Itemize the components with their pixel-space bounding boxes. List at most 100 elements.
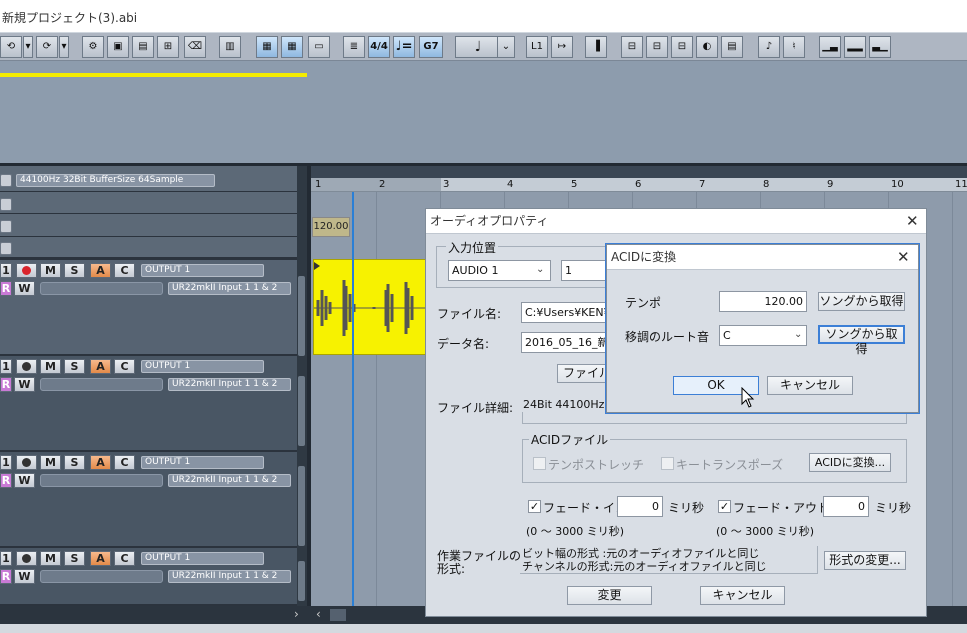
volume-slider[interactable] [40, 474, 163, 487]
view-b-button[interactable]: ▦ [281, 36, 303, 58]
auto-button[interactable]: A [90, 455, 111, 470]
c-button[interactable]: C [114, 551, 135, 566]
record-arm-button[interactable] [16, 263, 37, 278]
meter-button-2[interactable]: ▂▂ [844, 36, 866, 58]
meter-button-1[interactable]: ▁▃ [819, 36, 841, 58]
split-button-1[interactable]: ⊟ [621, 36, 643, 58]
get-root-from-song-button[interactable]: ソングから取得 [818, 325, 905, 356]
table-button[interactable]: ▤ [721, 36, 743, 58]
tempo-button[interactable]: ♩= [393, 36, 415, 58]
track-scrollbar[interactable] [297, 166, 307, 606]
time-signature-button[interactable]: 4/4 [368, 36, 390, 58]
track-number[interactable]: 1 [0, 263, 12, 278]
undo-button[interactable]: ⟲ [0, 36, 22, 58]
auto-button[interactable]: A [90, 551, 111, 566]
volume-slider[interactable] [40, 570, 163, 583]
note-length-dropdown[interactable]: ⌄ [497, 36, 515, 58]
output-select[interactable]: OUTPUT 1 [141, 360, 264, 373]
video-button[interactable]: ▭ [308, 36, 330, 58]
auto-button[interactable]: A [90, 263, 111, 278]
mute-button[interactable]: M [40, 551, 61, 566]
punch-button[interactable]: ▥ [219, 36, 241, 58]
chord-button[interactable]: G7 [419, 36, 443, 58]
info-toggle[interactable] [0, 174, 12, 187]
note-length-select[interactable]: ♩ [455, 36, 501, 58]
scroll-thumb[interactable] [298, 276, 305, 356]
write-button[interactable]: W [14, 473, 35, 488]
record-tool-button[interactable]: ▣ [107, 36, 129, 58]
write-button[interactable]: W [14, 377, 35, 392]
record-arm-button[interactable] [16, 551, 37, 566]
row-toggle-1[interactable] [0, 198, 12, 211]
key-transpose-checkbox[interactable] [661, 457, 674, 470]
track-lane[interactable]: 1 M S A C OUTPUT 1 R W UR22mkII Input 1 … [0, 356, 297, 452]
mute-button[interactable]: M [40, 263, 61, 278]
c-button[interactable]: C [114, 455, 135, 470]
solo-button[interactable]: S [64, 551, 85, 566]
volume-slider[interactable] [40, 282, 163, 295]
split-button-3[interactable]: ⊟ [671, 36, 693, 58]
c-button[interactable]: C [114, 263, 135, 278]
change-button[interactable]: 変更 [567, 586, 652, 605]
scroll-thumb[interactable] [330, 609, 346, 621]
solo-button[interactable]: S [64, 359, 85, 374]
cancel-button[interactable]: キャンセル [700, 586, 785, 605]
auto-button[interactable]: A [90, 359, 111, 374]
cancel-button[interactable]: キャンセル [767, 376, 853, 395]
fade-out-field[interactable]: 0 [823, 496, 869, 517]
acid-convert-button[interactable]: ACIDに変換... [809, 453, 891, 472]
panel-button[interactable]: ▐ [585, 36, 607, 58]
track-lane[interactable]: 1 M S A C OUTPUT 1 R W UR22mkII Input 1 … [0, 260, 297, 356]
output-select[interactable]: OUTPUT 1 [141, 456, 264, 469]
overview-range-bar[interactable] [0, 73, 307, 77]
tempo-stretch-checkbox[interactable] [533, 457, 546, 470]
view-a-button[interactable]: ▦ [256, 36, 278, 58]
output-select[interactable]: OUTPUT 1 [141, 552, 264, 565]
track-lane[interactable]: 1 M S A C OUTPUT 1 R W UR22mkII Input 1 … [0, 452, 297, 548]
audio-clip[interactable] [313, 259, 429, 355]
redo-button[interactable]: ⟳ [36, 36, 58, 58]
meter-button-3[interactable]: ▃▁ [869, 36, 891, 58]
scroll-thumb[interactable] [298, 561, 305, 601]
redo-dropdown-button[interactable]: ▾ [59, 36, 69, 58]
quantize-button[interactable]: ◐ [696, 36, 718, 58]
l1-button[interactable]: L1 [526, 36, 548, 58]
output-select[interactable]: OUTPUT 1 [141, 264, 264, 277]
format-change-button[interactable]: 形式の変更... [824, 551, 906, 570]
solo-button[interactable]: S [64, 263, 85, 278]
write-button[interactable]: W [14, 569, 35, 584]
track-number[interactable]: 1 [0, 455, 12, 470]
track-number[interactable]: 1 [0, 359, 12, 374]
timeline-ruler[interactable]: 1 2 3 4 5 6 7 8 9 10 11 [311, 178, 967, 192]
mute-button[interactable]: M [40, 455, 61, 470]
row-toggle-3[interactable] [0, 242, 12, 255]
undo-dropdown-button[interactable]: ▾ [23, 36, 33, 58]
input-select[interactable]: UR22mkII Input 1 1 & 2 [168, 570, 291, 583]
input-select[interactable]: UR22mkII Input 1 1 & 2 [168, 378, 291, 391]
close-icon[interactable]: ✕ [897, 248, 910, 266]
read-button[interactable]: R [0, 473, 12, 488]
solo-button[interactable]: S [64, 455, 85, 470]
staff-button[interactable]: ♪ [758, 36, 780, 58]
loop-range[interactable] [311, 178, 441, 191]
volume-slider[interactable] [40, 378, 163, 391]
read-button[interactable]: R [0, 377, 12, 392]
c-button[interactable]: C [114, 359, 135, 374]
mute-button[interactable]: M [40, 359, 61, 374]
fade-out-checkbox[interactable]: ✓ [718, 500, 731, 513]
get-tempo-from-song-button[interactable]: ソングから取得 [818, 292, 905, 311]
track-lane[interactable]: 1 M S A C OUTPUT 1 R W UR22mkII Input 1 … [0, 548, 297, 606]
input-select[interactable]: UR22mkII Input 1 1 & 2 [168, 282, 291, 295]
mixer-tool-button[interactable]: ⚙ [82, 36, 104, 58]
close-icon[interactable]: ✕ [906, 212, 919, 230]
edit-tool-button[interactable]: ▤ [132, 36, 154, 58]
record-arm-button[interactable] [16, 455, 37, 470]
tempo-field[interactable]: 120.00 [719, 291, 807, 312]
eraser-tool-button[interactable]: ⌫ [184, 36, 206, 58]
split-button-2[interactable]: ⊟ [646, 36, 668, 58]
scroll-thumb[interactable] [298, 376, 305, 446]
read-button[interactable]: R [0, 569, 12, 584]
scroll-right-icon[interactable]: › [294, 607, 299, 621]
fade-in-checkbox[interactable]: ✓ [528, 500, 541, 513]
locate-button[interactable]: ↦ [551, 36, 573, 58]
